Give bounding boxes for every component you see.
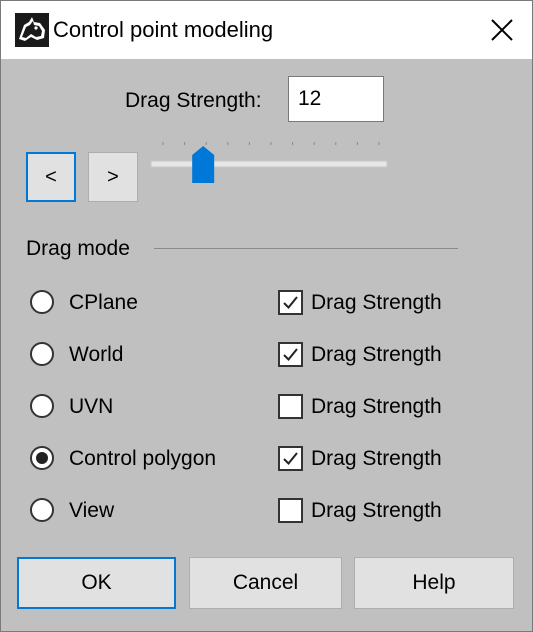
- radio-view[interactable]: [30, 498, 54, 522]
- close-button[interactable]: [472, 1, 532, 59]
- cancel-button[interactable]: Cancel: [189, 557, 342, 609]
- checkbox-drag-strength-cplane[interactable]: [278, 290, 303, 315]
- checkbox-drag-strength-world[interactable]: [278, 342, 303, 367]
- checkbox-drag-strength-view[interactable]: [278, 498, 303, 523]
- checkmark-icon: [283, 296, 298, 309]
- slider-ticks: [162, 142, 380, 145]
- checkbox-label-control-polygon: Drag Strength: [311, 447, 442, 470]
- checkmark-icon: [283, 348, 298, 361]
- title-bar[interactable]: Control point modeling: [1, 1, 532, 59]
- radio-world[interactable]: [30, 342, 54, 366]
- radio-label-view: View: [69, 499, 115, 522]
- checkbox-label-uvn: Drag Strength: [311, 395, 442, 418]
- dialog-window: Control point modeling Drag Strength: 12…: [0, 0, 533, 632]
- ok-button[interactable]: OK: [17, 557, 176, 609]
- drag-strength-slider[interactable]: [147, 135, 393, 189]
- drag-strength-label: Drag Strength:: [125, 89, 262, 112]
- drag-mode-group-label: Drag mode: [26, 237, 130, 260]
- decrease-strength-button[interactable]: <: [26, 152, 76, 202]
- radio-control-polygon[interactable]: [30, 446, 54, 470]
- checkbox-label-cplane: Drag Strength: [311, 291, 442, 314]
- radio-label-cplane: CPlane: [69, 291, 138, 314]
- rhino-icon: [15, 13, 49, 47]
- checkmark-icon: [283, 452, 298, 465]
- radio-selected-dot: [36, 452, 48, 464]
- checkbox-label-world: Drag Strength: [311, 343, 442, 366]
- drag-strength-input[interactable]: 12: [288, 76, 384, 122]
- radio-label-world: World: [69, 343, 124, 366]
- radio-label-control-polygon: Control polygon: [69, 447, 217, 470]
- help-button[interactable]: Help: [354, 557, 514, 609]
- close-icon: [491, 19, 513, 41]
- radio-label-uvn: UVN: [69, 395, 114, 418]
- group-divider: [154, 248, 458, 249]
- slider-thumb[interactable]: [192, 146, 215, 183]
- checkbox-label-view: Drag Strength: [311, 499, 442, 522]
- checkbox-drag-strength-control-polygon[interactable]: [278, 446, 303, 471]
- radio-uvn[interactable]: [30, 394, 54, 418]
- increase-strength-button[interactable]: >: [88, 152, 138, 202]
- window-title: Control point modeling: [53, 17, 274, 42]
- slider-track: [150, 160, 388, 168]
- radio-cplane[interactable]: [30, 290, 54, 314]
- checkbox-drag-strength-uvn[interactable]: [278, 394, 303, 419]
